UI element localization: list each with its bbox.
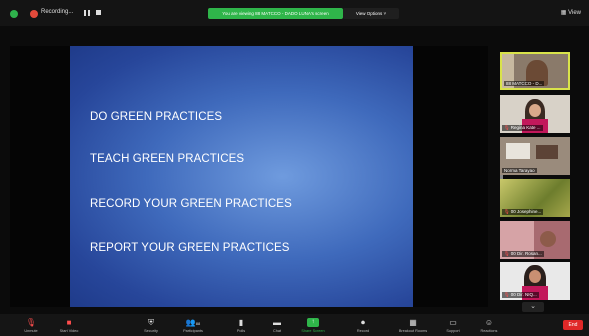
smiley-icon: ☺ bbox=[484, 318, 494, 327]
chevron-down-icon: ⌄ bbox=[530, 303, 536, 310]
background-furniture bbox=[536, 145, 558, 159]
slide-line: TEACH GREEN PRACTICES bbox=[90, 153, 245, 165]
participant-tile[interactable]: Norma Tarayao bbox=[500, 137, 570, 175]
view-button[interactable]: ▦ View bbox=[561, 9, 581, 16]
participant-name: 88 MATCCO - D... bbox=[504, 81, 545, 86]
grid-icon: ▦ bbox=[560, 10, 567, 16]
mic-muted-icon: 🎙 bbox=[504, 125, 510, 130]
participants-count: 88 bbox=[195, 321, 201, 326]
support-button[interactable]: ▭ Support bbox=[436, 318, 470, 336]
participant-tile[interactable]: 🎙00 Josephine... bbox=[500, 179, 570, 217]
meeting-toolbar: 🎙 Unmute ■ Start Video ⛨ Security 👥88 Pa… bbox=[0, 314, 589, 336]
breakout-rooms-label: Breakout Rooms bbox=[398, 329, 428, 333]
participant-name: 🎙00 Dir. Rosan... bbox=[502, 251, 544, 257]
video-off-icon: ■ bbox=[66, 318, 72, 327]
start-video-button[interactable]: ■ Start Video bbox=[52, 318, 86, 336]
share-screen-label: Share Screen bbox=[301, 329, 325, 333]
support-icon: ▭ bbox=[449, 318, 457, 327]
record-icon: ⏺ bbox=[361, 318, 365, 327]
participants-button[interactable]: 👥88 Participants bbox=[176, 318, 210, 336]
participant-tile[interactable]: 88 MATCCO - D... bbox=[500, 52, 570, 90]
polls-button[interactable]: ▮ Polls bbox=[224, 318, 258, 336]
unmute-label: Unmute bbox=[24, 329, 38, 333]
participant-name: Norma Tarayao bbox=[502, 168, 537, 173]
microphone-muted-icon: 🎙 bbox=[25, 318, 37, 327]
view-label: View bbox=[568, 10, 581, 16]
reactions-button[interactable]: ☺ Reactions bbox=[472, 318, 506, 336]
security-label: Security bbox=[144, 329, 158, 333]
mic-muted-icon: 🎙 bbox=[504, 251, 510, 256]
security-button[interactable]: ⛨ Security bbox=[134, 318, 168, 336]
participants-icon: 👥88 bbox=[185, 318, 201, 327]
recording-dot-icon bbox=[30, 10, 38, 18]
recording-label: Recording... bbox=[41, 9, 74, 15]
participant-tile[interactable]: 🎙00 Dir. Rosan... bbox=[500, 221, 570, 259]
participants-label: Participants bbox=[183, 329, 203, 333]
record-label: Record bbox=[356, 329, 370, 333]
share-screen-button[interactable]: ↑ Share Screen bbox=[296, 318, 330, 336]
participant-face bbox=[540, 231, 556, 247]
chat-label: Chat bbox=[272, 329, 282, 333]
participant-name: 🎙00 Dir. NIQ... bbox=[502, 292, 539, 298]
slide-line: DO GREEN PRACTICES bbox=[90, 111, 223, 123]
slide-line: REPORT YOUR GREEN PRACTICES bbox=[90, 242, 290, 254]
breakout-rooms-button[interactable]: ▦ Breakout Rooms bbox=[396, 318, 430, 336]
record-button[interactable]: ⏺ Record bbox=[346, 318, 380, 336]
security-shield-icon[interactable] bbox=[10, 10, 18, 18]
reactions-label: Reactions bbox=[480, 329, 498, 333]
stop-recording-icon[interactable] bbox=[96, 10, 101, 15]
screen-share-banner: You are viewing 88 MATCCO - DADO LUNA's … bbox=[208, 8, 343, 19]
mic-muted-icon: 🎙 bbox=[504, 292, 510, 297]
unmute-button[interactable]: 🎙 Unmute bbox=[14, 318, 48, 336]
participant-name: 🎙Regina Kate ... bbox=[502, 125, 543, 131]
pause-recording-icon[interactable] bbox=[84, 10, 90, 16]
breakout-grid-icon: ▦ bbox=[409, 318, 417, 327]
chat-bubble-icon: ▬ bbox=[273, 318, 281, 327]
participant-face bbox=[529, 270, 541, 283]
end-meeting-button[interactable]: End bbox=[563, 320, 583, 330]
participant-tile[interactable]: 🎙Regina Kate ... bbox=[500, 95, 570, 133]
slide-line: RECORD YOUR GREEN PRACTICES bbox=[90, 198, 292, 210]
view-options-button[interactable]: View Options ˅ bbox=[343, 8, 399, 19]
participant-name: 🎙00 Josephine... bbox=[502, 209, 544, 215]
start-video-label: Start Video bbox=[59, 329, 79, 333]
mic-muted-icon: 🎙 bbox=[504, 209, 510, 214]
bar-chart-icon: ▮ bbox=[238, 318, 244, 327]
participant-face bbox=[529, 104, 541, 117]
top-bar: Recording... You are viewing 88 MATCCO -… bbox=[0, 0, 589, 26]
presentation-slide: DO GREEN PRACTICES TEACH GREEN PRACTICES… bbox=[70, 46, 413, 307]
support-label: Support bbox=[446, 329, 460, 333]
shield-icon: ⛨ bbox=[148, 318, 154, 327]
gallery-scroll-down-button[interactable]: ⌄ bbox=[522, 302, 544, 312]
background-window bbox=[506, 143, 530, 159]
polls-label: Polls bbox=[236, 329, 246, 333]
chat-button[interactable]: ▬ Chat bbox=[260, 318, 294, 336]
participant-tile[interactable]: 🎙00 Dir. NIQ... bbox=[500, 262, 570, 300]
share-screen-icon: ↑ bbox=[307, 318, 319, 327]
